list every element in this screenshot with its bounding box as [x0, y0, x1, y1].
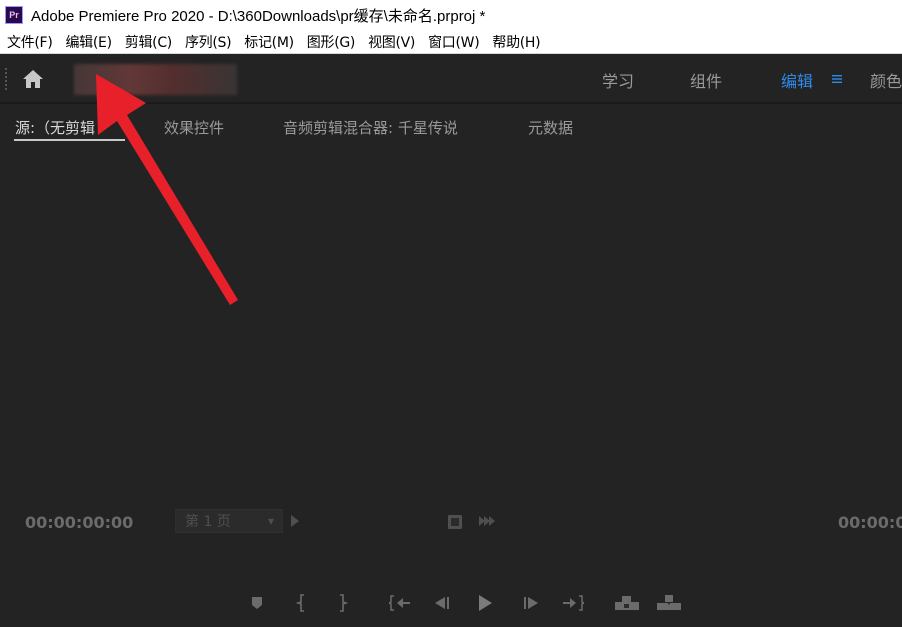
play-icon[interactable]	[476, 594, 494, 612]
tab-source-monitor[interactable]: 源:（无剪辑	[15, 117, 95, 138]
drag-audio-only-icon[interactable]	[478, 514, 496, 528]
timecode-row: 00:00:00:00 第 1 页 ▾ 00:00:00:00	[0, 505, 902, 539]
workspace-tab-editing[interactable]: 编辑	[781, 68, 813, 92]
go-to-in-icon[interactable]	[389, 594, 411, 612]
menu-file[interactable]: 文件(F)	[0, 32, 58, 52]
project-name-blurred	[74, 64, 237, 95]
go-to-out-icon[interactable]	[562, 594, 584, 612]
transport-controls	[0, 588, 902, 618]
home-button[interactable]	[18, 66, 48, 92]
menu-edit[interactable]: 编辑(E)	[58, 32, 117, 52]
menu-window[interactable]: 窗口(W)	[421, 32, 485, 52]
page-dropdown[interactable]: 第 1 页 ▾	[175, 509, 283, 533]
workspace-bar: 学习 组件 编辑 颜色	[0, 54, 902, 104]
page-dropdown-value: 第 1 页	[185, 514, 231, 530]
active-tab-indicator	[14, 139, 125, 141]
drag-video-only-icon[interactable]	[447, 514, 463, 530]
duration-timecode: 00:00:00:00	[838, 513, 902, 532]
tab-effect-controls[interactable]: 效果控件	[164, 117, 224, 138]
overwrite-icon[interactable]	[656, 594, 682, 612]
playhead-timecode[interactable]: 00:00:00:00	[25, 513, 133, 532]
workspace-tab-color[interactable]: 颜色	[870, 68, 902, 92]
tab-metadata[interactable]: 元数据	[528, 117, 573, 138]
tab-audio-clip-mixer[interactable]: 音频剪辑混合器: 千星传说	[283, 117, 458, 138]
menu-sequence[interactable]: 序列(S)	[178, 32, 237, 52]
play-small-icon[interactable]	[290, 514, 300, 528]
workspace-menu-icon[interactable]	[830, 72, 844, 86]
menu-bar: 文件(F) 编辑(E) 剪辑(C) 序列(S) 标记(M) 图形(G) 视图(V…	[0, 30, 902, 54]
title-bar: Pr Adobe Premiere Pro 2020 - D:\360Downl…	[0, 0, 902, 30]
source-monitor-viewer[interactable]	[0, 144, 902, 504]
step-forward-icon[interactable]	[522, 594, 542, 612]
panel-grip-handle[interactable]	[5, 68, 7, 90]
step-back-icon[interactable]	[432, 594, 452, 612]
workspace-tab-assembly[interactable]: 组件	[690, 68, 722, 92]
menu-clip[interactable]: 剪辑(C)	[118, 32, 178, 52]
menu-view[interactable]: 视图(V)	[361, 32, 421, 52]
mark-out-icon[interactable]	[336, 594, 348, 612]
panel-tab-strip: 源:（无剪辑 效果控件 音频剪辑混合器: 千星传说 元数据	[0, 106, 902, 144]
home-icon	[23, 70, 43, 88]
chevron-down-icon: ▾	[267, 514, 274, 528]
menu-graphics[interactable]: 图形(G)	[300, 32, 361, 52]
window-title: Adobe Premiere Pro 2020 - D:\360Download…	[31, 7, 486, 25]
add-marker-icon[interactable]	[250, 594, 264, 612]
insert-icon[interactable]	[614, 594, 640, 612]
workspace-tab-learn[interactable]: 学习	[602, 68, 634, 92]
menu-markers[interactable]: 标记(M)	[237, 32, 300, 52]
premiere-pro-app-icon: Pr	[5, 6, 23, 24]
mark-in-icon[interactable]	[296, 594, 308, 612]
menu-help[interactable]: 帮助(H)	[485, 32, 546, 52]
